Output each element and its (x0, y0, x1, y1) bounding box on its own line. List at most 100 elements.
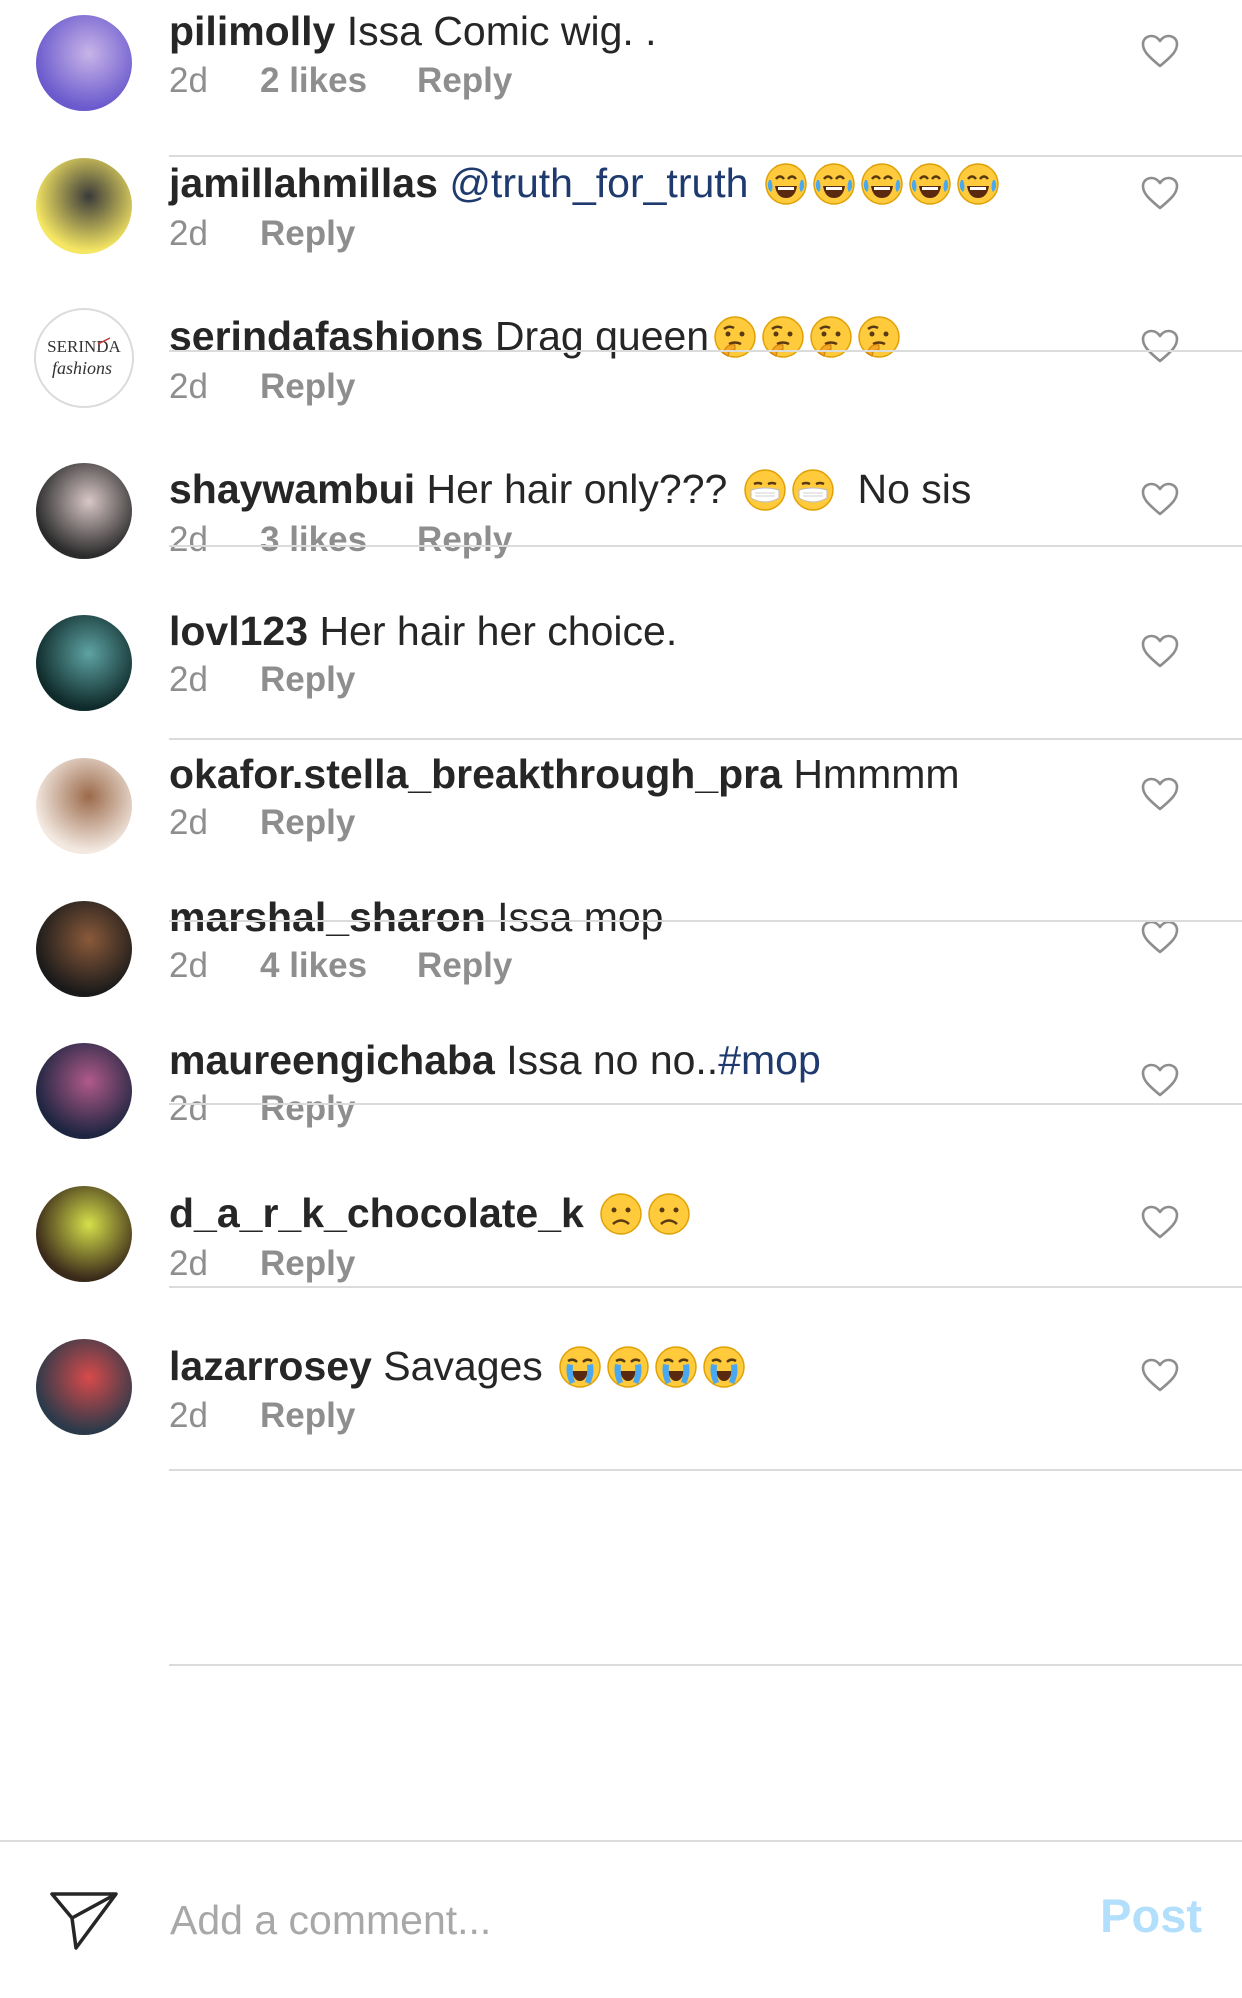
laugh-emoji-icon (957, 163, 999, 205)
heart-outline-icon[interactable] (1140, 481, 1180, 517)
avatar[interactable] (36, 615, 132, 711)
heart-outline-icon[interactable] (1140, 633, 1180, 669)
comment-divider (169, 920, 1242, 922)
avatar[interactable] (36, 1043, 132, 1139)
heart-outline-icon[interactable] (1140, 776, 1180, 812)
avatar[interactable] (36, 1339, 132, 1435)
comment-username[interactable]: shaywambui (169, 466, 415, 512)
comment-time: 2d (169, 520, 208, 559)
comment-time: 2d (169, 803, 208, 842)
reply-button[interactable]: Reply (260, 1244, 355, 1284)
comment-username[interactable]: lovl123 (169, 608, 308, 654)
comment-meta: 2d Reply (169, 803, 355, 843)
comment-time: 2d (169, 214, 208, 253)
comment-meta: 2d 2 likes Reply (169, 61, 512, 101)
comment-divider (169, 155, 1242, 157)
comment-text: Her hair only??? (415, 466, 739, 512)
reply-button[interactable]: Reply (417, 946, 512, 986)
comment-time: 2d (169, 1089, 208, 1128)
comment-divider (169, 1664, 1242, 1666)
comment-body: shaywambui Her hair only??? No sis (169, 464, 1092, 514)
comment-time: 2d (169, 367, 208, 406)
frown-emoji-icon (648, 1193, 690, 1235)
comment-time: 2d (169, 946, 208, 985)
thinking-emoji-icon (810, 316, 852, 358)
comment-text: Issa no no.. (494, 1037, 719, 1083)
comment-body: serindafashions Drag queen (169, 311, 1092, 361)
comment-meta: 2d Reply (169, 214, 355, 254)
mask-emoji-icon (743, 469, 786, 511)
comment-time: 2d (169, 61, 208, 100)
heart-outline-icon[interactable] (1140, 1204, 1180, 1240)
avatar[interactable] (36, 463, 132, 559)
avatar[interactable] (36, 158, 132, 254)
reply-button[interactable]: Reply (260, 1396, 355, 1436)
post-button[interactable]: Post (1100, 1888, 1202, 1943)
composer-divider (0, 1840, 1242, 1842)
thinking-emoji-icon (762, 316, 804, 358)
comment-text: Issa mop (485, 894, 664, 940)
reply-button[interactable]: Reply (260, 803, 355, 843)
comment-username[interactable]: pilimolly (169, 8, 335, 54)
paper-plane-icon[interactable] (48, 1888, 120, 1952)
heart-outline-icon[interactable] (1140, 919, 1180, 955)
comment-meta: 2d 4 likes Reply (169, 946, 512, 986)
cry-emoji-icon (559, 1346, 601, 1388)
cry-emoji-icon (655, 1346, 697, 1388)
comment-time: 2d (169, 660, 208, 699)
reply-button[interactable]: Reply (260, 660, 355, 700)
thinking-emoji-icon (714, 316, 756, 358)
comment-body: lovl123 Her hair her choice. (169, 606, 1092, 656)
comment-username[interactable]: d_a_r_k_chocolate_k (169, 1190, 584, 1236)
heart-outline-icon[interactable] (1140, 175, 1180, 211)
reply-button[interactable]: Reply (260, 214, 355, 254)
comment-username[interactable]: serindafashions (169, 313, 483, 359)
heart-outline-icon[interactable] (1140, 33, 1180, 69)
likes-count[interactable]: 4 likes (260, 946, 367, 986)
comment-text: Hmmmm (781, 751, 960, 797)
reply-button[interactable]: Reply (260, 1089, 355, 1129)
comment-body: jamillahmillas @truth_for_truth (169, 158, 1092, 208)
comment-username[interactable]: lazarrosey (169, 1343, 372, 1389)
laugh-emoji-icon (813, 163, 855, 205)
comment-username[interactable]: jamillahmillas (169, 160, 438, 206)
comment-divider (169, 1103, 1242, 1105)
heart-outline-icon[interactable] (1140, 1062, 1180, 1098)
laugh-emoji-icon (765, 163, 807, 205)
comment-composer: Post (0, 1840, 1242, 1998)
comment-username[interactable]: marshal_sharon (169, 894, 486, 940)
comment-text: Savages (371, 1343, 555, 1389)
avatar[interactable] (36, 1186, 132, 1282)
laugh-emoji-icon (861, 163, 903, 205)
comment-body: maureengichaba Issa no no..#mop (169, 1035, 1092, 1085)
comment-username[interactable]: okafor.stella_breakthrough_pra (169, 751, 782, 797)
avatar[interactable] (36, 901, 132, 997)
comment-divider (169, 738, 1242, 740)
reply-button[interactable]: Reply (417, 520, 512, 560)
comment-divider (169, 350, 1242, 352)
avatar[interactable]: SERINDA fashions (36, 310, 132, 406)
mention-link[interactable]: @truth_for_truth (449, 160, 748, 206)
likes-count[interactable]: 3 likes (260, 520, 367, 560)
avatar[interactable] (36, 758, 132, 854)
likes-count[interactable]: 2 likes (260, 61, 367, 101)
reply-button[interactable]: Reply (417, 61, 512, 101)
reply-button[interactable]: Reply (260, 367, 355, 407)
comment-time: 2d (169, 1244, 208, 1283)
comment-meta: 2d Reply (169, 367, 355, 407)
comment-body: marshal_sharon Issa mop (169, 892, 1092, 942)
comment-divider (169, 545, 1242, 547)
comment-username[interactable]: maureengichaba (169, 1037, 495, 1083)
laugh-emoji-icon (909, 163, 951, 205)
hashtag-link[interactable]: #mop (718, 1037, 821, 1083)
serinda-logo-icon: SERINDA fashions (47, 337, 121, 378)
comment-input[interactable] (170, 1892, 970, 1948)
heart-outline-icon[interactable] (1140, 328, 1180, 364)
comment-body: okafor.stella_breakthrough_pra Hmmmm (169, 749, 1092, 799)
heart-outline-icon[interactable] (1140, 1357, 1180, 1393)
cry-emoji-icon (607, 1346, 649, 1388)
comment-text: No sis (834, 466, 972, 512)
cry-emoji-icon (703, 1346, 745, 1388)
comment-meta: 2d Reply (169, 660, 355, 700)
avatar[interactable] (36, 15, 132, 111)
